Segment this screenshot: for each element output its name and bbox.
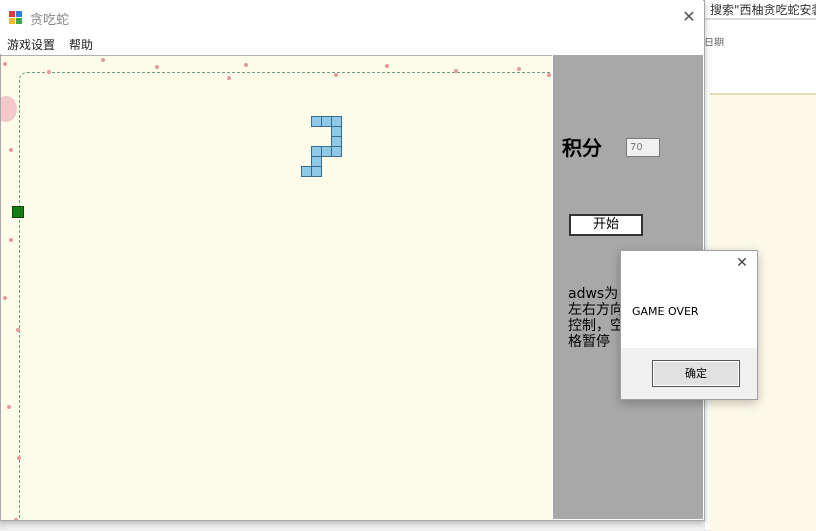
snake-segment (311, 166, 322, 177)
board-dot (454, 69, 458, 73)
start-button[interactable]: 开始 (569, 214, 643, 236)
board-dot (101, 58, 105, 62)
board-dot (47, 70, 51, 74)
board-dot (9, 238, 13, 242)
board-dot (3, 62, 7, 66)
background-divider (705, 18, 816, 20)
board-dot (16, 328, 20, 332)
background-column-header: 日期 (704, 38, 724, 46)
background-search-box[interactable]: 搜索"西柚贪吃蛇安装 (710, 1, 816, 17)
app-icon (9, 10, 23, 24)
close-icon[interactable]: ✕ (680, 8, 698, 26)
menu-game-settings[interactable]: 游戏设置 (7, 36, 55, 53)
score-label: 积分 (562, 136, 602, 160)
ok-button[interactable]: 确定 (652, 360, 740, 387)
board-dot (227, 76, 231, 80)
dialog-message: GAME OVER (632, 305, 699, 318)
dialog-close-icon[interactable]: ✕ (735, 256, 749, 270)
snake-segment (301, 166, 312, 177)
board-decoration (1, 96, 17, 122)
game-board[interactable] (1, 55, 552, 520)
board-dot (547, 73, 551, 77)
board-dot (155, 65, 159, 69)
board-dot (385, 64, 389, 68)
board-dot (3, 296, 7, 300)
food-pellet (12, 206, 24, 218)
menu-help[interactable]: 帮助 (69, 36, 93, 53)
board-dot (517, 67, 521, 71)
board-border (19, 72, 552, 520)
board-dot (244, 63, 248, 67)
menu-bar (0, 34, 703, 54)
score-value-field: 70 (626, 138, 660, 157)
board-dot (334, 73, 338, 77)
board-dot (7, 405, 11, 409)
snake-segment (331, 146, 342, 157)
snake-segment (321, 146, 332, 157)
board-dot (9, 148, 13, 152)
board-dot (14, 518, 18, 520)
control-help-text: adws为左右方向控制，空格暂停 (568, 286, 624, 350)
board-dot (17, 456, 21, 460)
titlebar[interactable] (0, 0, 703, 34)
window-title: 贪吃蛇 (30, 13, 70, 28)
